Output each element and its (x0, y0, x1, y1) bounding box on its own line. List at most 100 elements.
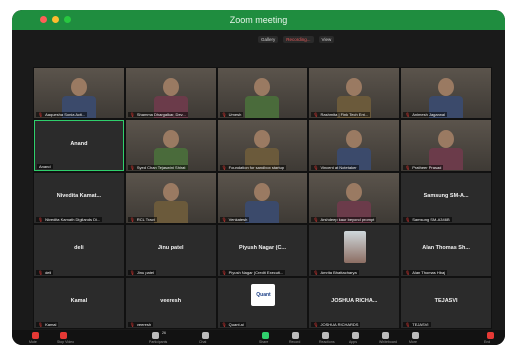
participant-label-text: Piyush Nagar (Credit Executi... (228, 269, 284, 275)
participant-label-text: Alan Thomas Hbaj (412, 269, 446, 275)
participant-name-label: 🎙 Rashmita | Fink Tech Ent... (311, 112, 371, 118)
more-button-label: More (409, 340, 417, 344)
muted-mic-icon: 🎙 (221, 164, 227, 170)
muted-mic-icon: 🎙 (38, 217, 44, 223)
quant-logo: Quant (251, 283, 276, 306)
participant-video-head (346, 130, 363, 149)
chat-icon[interactable] (202, 332, 209, 339)
participant-tile[interactable]: Piyush Nagar (C... 🎙 Piyush Nagar (Credit … (217, 225, 308, 276)
participant-name-label: 🎙 Shamma Dhargalkar, Dev... (127, 112, 188, 118)
participant-label-text: deli (45, 269, 52, 275)
participant-tile[interactable]: Kamal 🎙 Kamal (34, 277, 124, 328)
profile-picture (344, 231, 367, 264)
mute-icon[interactable] (32, 332, 39, 339)
apps-button-label: Apps (349, 340, 357, 344)
participant-display-name: Piyush Nagar (C... (238, 245, 287, 252)
participant-name-label: 🎙 deli (36, 269, 54, 275)
participant-name-label: 🎙 Animesh Jagarwal (403, 112, 447, 118)
meeting-status-bar: Gallery Recording... View (258, 34, 335, 44)
stop-video-icon[interactable] (60, 332, 67, 339)
participant-tile[interactable]: Samsung SM-A... 🎙 Samsung SM-A346B (401, 172, 491, 224)
participant-tile[interactable]: veeresh 🎙 veeresh (125, 277, 216, 328)
muted-mic-icon: 🎙 (405, 321, 411, 327)
participant-name-label: 🎙 Samsung SM-A346B (403, 217, 452, 223)
participant-tile[interactable]: 🎙 RCL Tract (125, 172, 216, 224)
participant-tile[interactable]: 🎙 Rashmita | Fink Tech Ent... (309, 68, 400, 119)
participant-name-label: 🎙 JOSHUA RICHARDS (311, 321, 361, 327)
participant-label-text: TEJASVI (412, 321, 429, 327)
record-button-label: Record (289, 340, 301, 344)
participant-display-name: TEJASVI (434, 297, 458, 304)
muted-mic-icon: 🎙 (221, 321, 227, 327)
participant-name-label: 🎙 Quant.ai (219, 321, 246, 327)
participant-tile[interactable]: JOSHUA RICHA... 🎙 JOSHUA RICHARDS (309, 277, 400, 328)
participant-label-text: Quant.ai (228, 321, 244, 327)
participant-tile[interactable]: deli 🎙 deli (34, 225, 124, 276)
participant-tile[interactable]: 🎙 Foundation for sandbox startup (217, 120, 308, 171)
view-options[interactable]: View (318, 35, 335, 43)
participant-tile[interactable]: 🎙 Aaquesha Sonia Acti... (34, 68, 124, 119)
participant-label-text: Amrita Bhattacharya (320, 269, 357, 275)
record-icon[interactable] (292, 332, 299, 339)
participant-tile[interactable]: Quant 🎙 Quant.ai (217, 277, 308, 328)
share-icon[interactable] (262, 332, 269, 339)
participant-video-head (254, 78, 271, 96)
title-bar: Zoom meeting (12, 10, 505, 30)
participant-name-label: 🎙 Umesh (219, 112, 244, 118)
participant-tile[interactable]: Anand Anand (34, 120, 124, 171)
participant-display-name: Kamal (70, 297, 88, 304)
muted-mic-icon: 🎙 (129, 112, 135, 118)
participants-button-label: Participants (149, 340, 168, 344)
participant-tile[interactable]: 🎙 Venkatesh (217, 172, 308, 224)
participant-label-text: Animesh Jagarwal (412, 112, 445, 118)
participant-name-label: 🎙 TEJASVI (403, 321, 431, 327)
participant-video-head (346, 78, 363, 96)
participant-display-name: Anand (70, 140, 88, 147)
participant-label-text: Pratheer Prasad (412, 164, 442, 170)
participant-tile[interactable]: 🎙 Arshdeep kaur beyond prompt (309, 172, 400, 224)
participant-video-head (70, 78, 87, 96)
participant-tile[interactable]: 🎙 Amrita Bhattacharya (309, 225, 400, 276)
muted-mic-icon: 🎙 (313, 321, 319, 327)
participant-tile[interactable]: Nivedita Kamat... 🎙 Nivedita Kamath Digila… (34, 172, 124, 224)
participant-name-label: 🎙 Amrita Bhattacharya (311, 269, 359, 275)
mute-button-label: Mute (29, 340, 37, 344)
share-button-label: Share (259, 340, 269, 344)
more-icon[interactable] (412, 332, 419, 339)
participant-tile[interactable]: 🎙 Animesh Jagarwal (401, 68, 491, 119)
participant-display-name: Nivedita Kamat... (56, 192, 102, 199)
participant-tile[interactable]: Jinu patel 🎙 Jinu patel (125, 225, 216, 276)
participant-display-name: veeresh (160, 297, 182, 304)
muted-mic-icon: 🎙 (313, 112, 319, 118)
participant-tile[interactable]: Alan Thomas Sh... 🎙 Alan Thomas Hbaj (401, 225, 491, 276)
participant-tile[interactable]: TEJASVI 🎙 TEJASVI (401, 277, 491, 328)
apps-icon[interactable] (352, 332, 359, 339)
recording-indicator[interactable]: Recording... (283, 35, 314, 43)
muted-mic-icon: 🎙 (129, 269, 135, 275)
participant-display-name: Jinu patel (157, 245, 184, 252)
muted-mic-icon: 🎙 (129, 217, 135, 223)
participant-name-label: 🎙 Kamal (36, 321, 59, 327)
chat-button-label: Chat (199, 340, 207, 344)
participant-label-text: Syed Chan Tejaswini Shirat (136, 164, 186, 170)
participant-name-label: 🎙 Piyush Nagar (Credit Executi... (219, 269, 286, 275)
reactions-icon[interactable] (322, 332, 329, 339)
whiteboard-icon[interactable] (382, 332, 389, 339)
gallery-view-toggle[interactable]: Gallery (258, 35, 279, 43)
zoom-window: Zoom meeting Gallery Recording... View 🎙… (12, 10, 505, 345)
participant-video-body (245, 96, 280, 118)
participant-label-text: Arshdeep kaur beyond prompt (320, 217, 375, 223)
participant-label-text: veeresh (136, 321, 152, 327)
participant-tile[interactable]: 🎙 Shamma Dhargalkar, Dev... (125, 68, 216, 119)
participants-icon[interactable] (152, 332, 159, 339)
participant-tile[interactable]: 🎙 Syed Chan Tejaswini Shirat (125, 120, 216, 171)
participant-tile[interactable]: 🎙 Umesh (217, 68, 308, 119)
participant-label-text: Anand (39, 163, 51, 169)
end-icon[interactable] (487, 332, 494, 339)
reactions-button-label: Reactions (319, 340, 335, 344)
participant-name-label: 🎙 Foundation for sandbox startup (219, 164, 287, 170)
participant-tile[interactable]: 🎙 Vincent at Notetaker (309, 120, 400, 171)
muted-mic-icon: 🎙 (221, 112, 227, 118)
participant-tile[interactable]: 🎙 Pratheer Prasad (401, 120, 491, 171)
muted-mic-icon: 🎙 (38, 321, 44, 327)
